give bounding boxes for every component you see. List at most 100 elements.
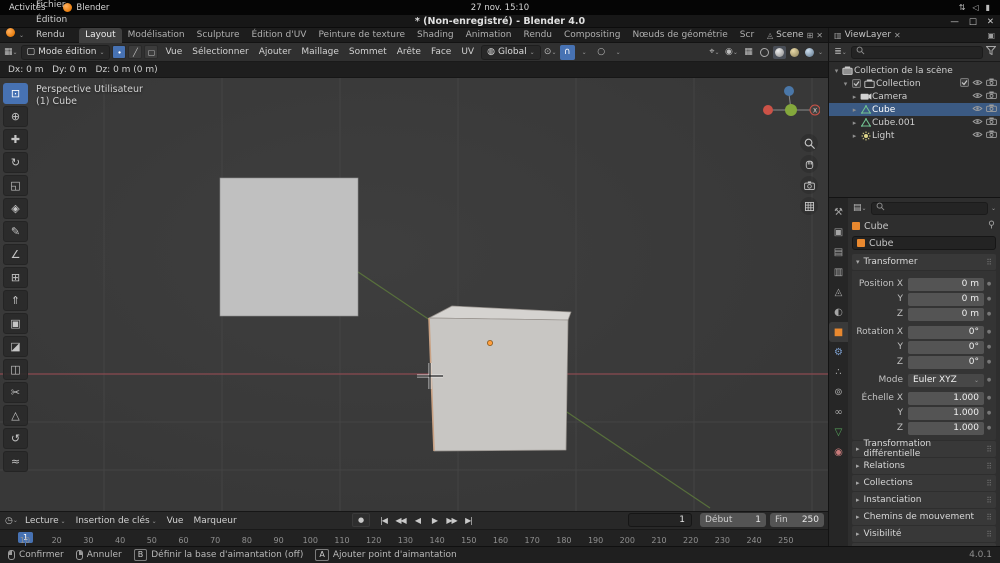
cube-back-object[interactable] <box>219 177 359 317</box>
menu-fichier[interactable]: Fichier <box>30 0 76 13</box>
section-relations[interactable]: ▸ Relations ⠿ <box>852 458 996 474</box>
properties-tab-material[interactable]: ◉ <box>829 442 848 462</box>
value-field[interactable]: 0 m <box>908 307 984 321</box>
playback-next-keyframe-button[interactable]: ▶▶ <box>444 513 459 527</box>
hide-eye-icon[interactable] <box>972 92 983 102</box>
animate-dot-icon[interactable]: ● <box>984 410 994 416</box>
drag-grip-icon[interactable]: ⠿ <box>986 513 992 522</box>
disclosure-icon[interactable]: ▸ <box>850 132 859 140</box>
workspace-tab-modelisation[interactable]: Modélisation <box>122 28 191 43</box>
maximize-button[interactable]: □ <box>969 17 977 27</box>
tool-loop-cut-button[interactable]: ◫ <box>3 359 28 380</box>
properties-tab-world[interactable]: ◐ <box>829 302 848 322</box>
timeline-editor-selector[interactable]: ◷ ⌄ <box>4 513 19 528</box>
frame-end-field[interactable]: Fin 250 <box>770 513 824 527</box>
hide-eye-icon[interactable] <box>972 79 983 89</box>
playback-play-button[interactable]: ▶ <box>427 513 442 527</box>
scene-selector[interactable]: ◬ Scene ⊞ ✕ <box>762 28 828 43</box>
shading-options-dropdown[interactable]: ⌄ <box>818 49 823 56</box>
section-collections[interactable]: ▸ Collections ⠿ <box>852 475 996 491</box>
properties-search-input[interactable] <box>870 201 988 215</box>
header-menu-uv[interactable]: UV <box>456 47 479 57</box>
proportional-editing-toggle[interactable]: ○ <box>594 45 609 60</box>
breadcrumb-object-name[interactable]: Cube <box>864 221 889 232</box>
workspace-tab-n-uds-de-geometrie[interactable]: Nœuds de géométrie <box>626 28 733 43</box>
vertex-select-button[interactable]: ∙ <box>112 45 127 59</box>
section-transformer[interactable]: ▾ Transformer ⠿ <box>852 254 996 270</box>
shading-material-button[interactable] <box>788 46 801 59</box>
timeline-menu-insertion-de-cles[interactable]: Insertion de clés ⌄ <box>71 516 162 526</box>
section-visibilite[interactable]: ▸ Visibilité ⠿ <box>852 526 996 542</box>
outliner-editor-selector[interactable]: ≣ ⌄ <box>833 45 848 60</box>
snap-magnet-toggle[interactable]: ∩ <box>559 44 575 60</box>
playback-jump-start-button[interactable]: |◀ <box>376 513 391 527</box>
properties-editor-selector[interactable]: ▤ ⌄ <box>852 201 868 216</box>
header-menu-selectionner[interactable]: Sélectionner <box>187 47 253 57</box>
shading-rendered-button[interactable] <box>803 46 816 59</box>
playback-jump-end-button[interactable]: ▶| <box>461 513 476 527</box>
outliner-row-cube-001[interactable]: ▸ Cube.001 <box>829 116 1000 129</box>
drag-grip-icon[interactable]: ⠿ <box>986 258 992 267</box>
disclosure-icon[interactable]: ▸ <box>850 106 859 114</box>
disclosure-icon[interactable]: ▸ <box>850 119 859 127</box>
viewlayer-selector[interactable]: ▥ ViewLayer ✕ ▣ <box>828 27 1000 43</box>
pivot-point-dropdown[interactable]: ⊙ ⌄ <box>543 45 558 60</box>
properties-tab-physics[interactable]: ⊚ <box>829 382 848 402</box>
properties-tab-view-layer[interactable]: ▥ <box>829 262 848 282</box>
timeline-menu-lecture[interactable]: Lecture ⌄ <box>20 516 71 526</box>
zoom-icon[interactable] <box>800 134 818 152</box>
playback-play-reverse-button[interactable]: ◀ <box>410 513 425 527</box>
new-scene-icon[interactable]: ⊞ <box>807 31 814 40</box>
tool-inset-faces-button[interactable]: ▣ <box>3 313 28 334</box>
disable-render-icon[interactable] <box>986 104 997 115</box>
workspace-tab-shading[interactable]: Shading <box>411 28 460 43</box>
checkbox-icon[interactable] <box>850 79 863 88</box>
animate-dot-icon[interactable]: ● <box>984 359 994 365</box>
shading-solid-button[interactable] <box>772 45 786 59</box>
rotation-mode-dropdown[interactable]: Euler XYZ ⌄ <box>908 373 984 387</box>
viewport-canvas[interactable] <box>0 78 828 511</box>
proportional-options-dropdown[interactable]: ⌄ <box>611 45 626 60</box>
workspace-tab-rendu[interactable]: Rendu <box>518 28 559 43</box>
tool-add-cube-button[interactable]: ⊞ <box>3 267 28 288</box>
frame-start-field[interactable]: Début 1 <box>700 513 766 527</box>
value-field[interactable]: 1.000 <box>908 421 984 435</box>
filter-dropdown-icon[interactable]: ⌄ <box>991 205 996 212</box>
close-button[interactable]: ✕ <box>987 17 994 27</box>
tool-spin-button[interactable]: ↺ <box>3 428 28 449</box>
properties-tab-tool[interactable]: ⚒ <box>829 202 848 222</box>
tool-annotate-button[interactable]: ✎ <box>3 221 28 242</box>
timeline-ruler[interactable]: 1 10 20 30 40 50 60 70 80 90 100 110 120 130 140 150 16… <box>0 529 828 546</box>
drag-grip-icon[interactable]: ⠿ <box>986 530 992 539</box>
outliner-row-light[interactable]: ▸ Light <box>829 129 1000 142</box>
menu-rendu[interactable]: Rendu <box>30 28 76 43</box>
system-clock[interactable]: 27 nov. 15:10 <box>471 0 529 15</box>
playback-prev-keyframe-button[interactable]: ◀◀ <box>393 513 408 527</box>
tool-knife-button[interactable]: ✂ <box>3 382 28 403</box>
workspace-tab-peinture-de-texture[interactable]: Peinture de texture <box>312 28 411 43</box>
pan-hand-icon[interactable] <box>800 155 818 173</box>
tool-bevel-button[interactable]: ◪ <box>3 336 28 357</box>
section-chemins-de-mouvement[interactable]: ▸ Chemins de mouvement ⠿ <box>852 509 996 525</box>
tool-cursor-button[interactable]: ⊕ <box>3 106 28 127</box>
pin-icon[interactable] <box>987 220 996 232</box>
tool-measure-button[interactable]: ∠ <box>3 244 28 265</box>
tool-scale-button[interactable]: ◱ <box>3 175 28 196</box>
volume-icon[interactable]: ◁ <box>972 3 978 12</box>
value-field[interactable]: 0° <box>908 340 984 354</box>
properties-tab-particles[interactable]: ∴ <box>829 362 848 382</box>
tool-poly-build-button[interactable]: △ <box>3 405 28 426</box>
properties-tab-modifiers[interactable]: ⚙ <box>829 342 848 362</box>
value-field[interactable]: 0 m <box>908 277 984 291</box>
disable-render-icon[interactable] <box>986 78 997 89</box>
header-menu-sommet[interactable]: Sommet <box>344 47 392 57</box>
minimize-button[interactable]: — <box>950 17 959 27</box>
cube-front-object[interactable] <box>428 305 572 452</box>
hide-eye-icon[interactable] <box>972 105 983 115</box>
header-menu-face[interactable]: Face <box>426 47 456 57</box>
header-menu-arete[interactable]: Arête <box>392 47 426 57</box>
object-name-field[interactable]: Cube <box>852 236 996 250</box>
animate-dot-icon[interactable]: ● <box>984 311 994 317</box>
tool-smooth-button[interactable]: ≈ <box>3 451 28 472</box>
animate-dot-icon[interactable]: ● <box>984 329 994 335</box>
